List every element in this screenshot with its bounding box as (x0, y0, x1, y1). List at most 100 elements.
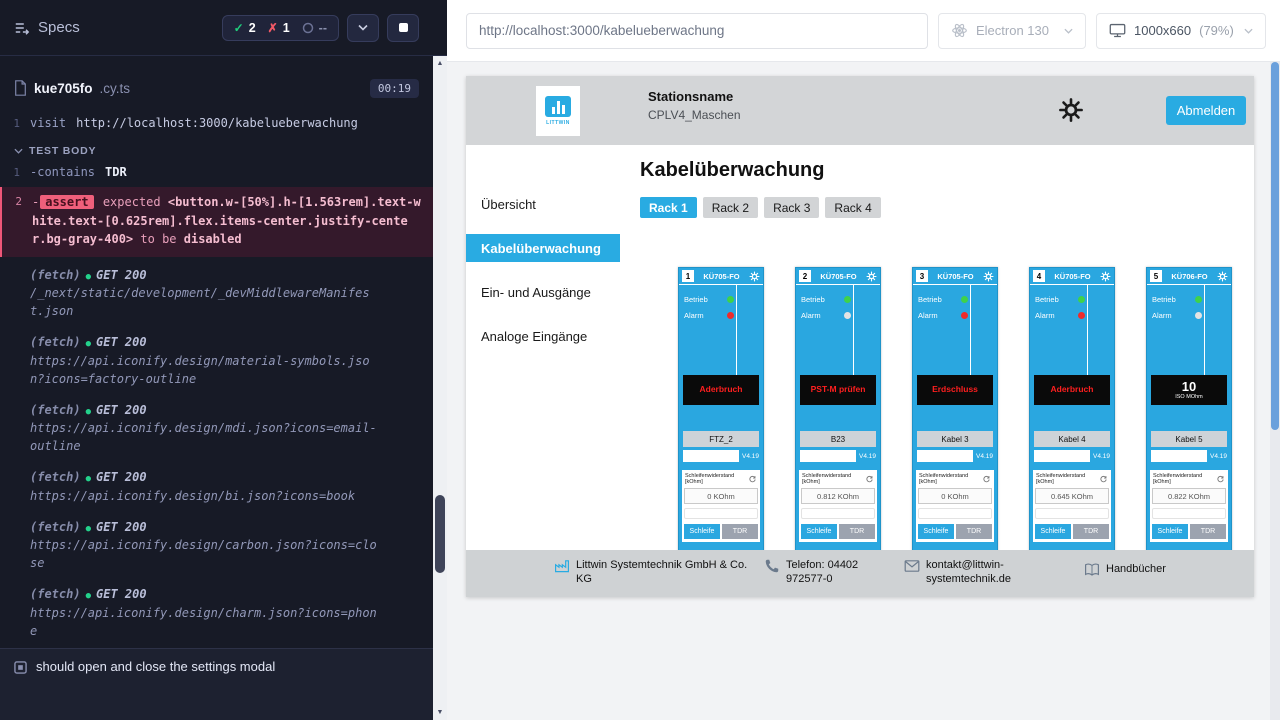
alarm-label: Alarm (1152, 311, 1172, 320)
card-model: KÜ706-FO (1164, 272, 1215, 281)
card-settings-icon[interactable] (749, 271, 760, 282)
card-model: KÜ705-FO (1047, 272, 1098, 281)
scroll-down-arrow-icon[interactable]: ▼ (433, 709, 447, 716)
failed-stat: ✗ 1 (268, 21, 290, 35)
email-icon (904, 558, 920, 574)
footer-manuals[interactable]: Handbücher (1084, 562, 1166, 578)
resistance-section: Schleifenwiderstand [kOhm] 0 KOhm Schlei… (682, 470, 760, 542)
command-number: 1 (0, 163, 30, 182)
stop-button[interactable] (387, 14, 419, 42)
tdr-button[interactable]: TDR (839, 524, 875, 539)
sidebar-item-ein-und-ausgaenge[interactable]: Ein- und Ausgänge (466, 278, 620, 306)
resistance-label: Schleifenwiderstand [kOhm] (802, 473, 865, 485)
scrollbar-thumb[interactable] (435, 495, 445, 573)
fetch-log-entry[interactable]: (fetch)●GET 200 https://api.iconify.desi… (0, 329, 433, 392)
alarm-label: Alarm (918, 311, 938, 320)
tdr-button[interactable]: TDR (1190, 524, 1226, 539)
fetch-url: https://api.iconify.design/charm.json?ic… (30, 604, 382, 640)
device-card-4: 4 KÜ705-FO Betrieb Alarm Aderbruch Kabel… (1029, 267, 1115, 550)
alarm-led-off (844, 312, 851, 319)
assert-expected-state: disabled (184, 232, 242, 246)
next-test-title-bar[interactable]: should open and close the settings modal (0, 648, 433, 720)
spec-timer: 00:19 (370, 79, 419, 98)
chevron-down-icon (1244, 28, 1253, 34)
assert-command-name: assert (40, 195, 93, 209)
reporter-header: Specs ✓ 2 ✗ 1 -- (0, 0, 433, 56)
betrieb-led-green (727, 296, 734, 303)
sidebar-item-kabelueberwachung[interactable]: Kabelüberwachung (466, 234, 620, 262)
specs-label: Specs (38, 19, 80, 36)
monitor-icon (1109, 22, 1126, 39)
visit-command-row[interactable]: 1 visithttp://localhost:3000/kabelueberw… (0, 112, 433, 135)
page-scrollbar[interactable] (1270, 62, 1280, 720)
card-settings-icon[interactable] (1100, 271, 1111, 282)
fetch-tag: (fetch) (30, 335, 81, 349)
sidebar-item-analoge-eingaenge[interactable]: Analoge Eingänge (466, 322, 620, 350)
schleife-button[interactable]: Schleife (1152, 524, 1188, 539)
tab-rack-2[interactable]: Rack 2 (703, 197, 758, 218)
refresh-icon[interactable] (1216, 475, 1225, 484)
failed-assert-row[interactable]: 2 -assert expected <button.w-[50%].h-[1.… (0, 187, 433, 257)
settings-gear-icon[interactable] (1058, 97, 1084, 123)
value-field (801, 508, 875, 519)
schleife-button[interactable]: Schleife (684, 524, 720, 539)
status-display: Erdschluss (917, 375, 993, 405)
tab-rack-4[interactable]: Rack 4 (825, 197, 880, 218)
page-scrollbar-thumb[interactable] (1271, 62, 1279, 430)
sidebar-item-uebersicht[interactable]: Übersicht (466, 190, 620, 218)
firmware-version: V4.19 (1093, 453, 1110, 460)
pending-count: -- (319, 21, 327, 35)
betrieb-label: Betrieb (801, 295, 825, 304)
logout-button[interactable]: Abmelden (1166, 96, 1246, 125)
fetch-log-entry[interactable]: (fetch)●GET 200 https://api.iconify.desi… (0, 397, 433, 460)
viewport-selector[interactable]: 1000x660 (79%) (1096, 13, 1266, 49)
rack-tabs: Rack 1 Rack 2 Rack 3 Rack 4 (640, 197, 881, 218)
test-body-section-header[interactable]: TEST BODY (0, 135, 433, 161)
card-settings-icon[interactable] (983, 271, 994, 282)
collapse-button[interactable] (347, 14, 379, 42)
fetch-log-entry[interactable]: (fetch)●GET 200 /_next/static/developmen… (0, 262, 433, 325)
refresh-icon[interactable] (865, 475, 874, 484)
value-field (918, 508, 992, 519)
specs-menu-button[interactable]: Specs (14, 19, 80, 36)
resistance-label: Schleifenwiderstand [kOhm] (1036, 473, 1099, 485)
footer-email[interactable]: kontakt@littwin-systemtechnik.de (904, 558, 1044, 587)
status-dot-icon: ● (86, 407, 91, 417)
fetch-log-entry[interactable]: (fetch)●GET 200 https://api.iconify.desi… (0, 581, 433, 644)
firmware-version: V4.19 (742, 453, 759, 460)
card-number: 4 (1033, 270, 1045, 282)
stop-icon (399, 23, 408, 32)
iso-value: 10 (1182, 380, 1196, 394)
fetch-log-entry[interactable]: (fetch)●GET 200 https://api.iconify.desi… (0, 514, 433, 577)
scroll-up-arrow-icon[interactable]: ▲ (433, 60, 447, 67)
refresh-icon[interactable] (982, 475, 991, 484)
schleife-button[interactable]: Schleife (801, 524, 837, 539)
contains-command-row[interactable]: 1 -containsTDR (0, 161, 433, 184)
url-input[interactable] (466, 13, 928, 49)
command-number: 2 (2, 193, 32, 249)
fetch-log-entry[interactable]: (fetch)●GET 200 https://api.iconify.desi… (0, 464, 433, 509)
schleife-button[interactable]: Schleife (1035, 524, 1071, 539)
card-settings-icon[interactable] (1217, 271, 1228, 282)
pending-circle-icon (302, 22, 314, 34)
footer-phone[interactable]: Telefon: 04402 972577-0 (764, 558, 899, 587)
schleife-button[interactable]: Schleife (918, 524, 954, 539)
refresh-icon[interactable] (748, 475, 757, 484)
spec-header[interactable]: kue705fo .cy.ts 00:19 (0, 72, 433, 104)
fetch-url: https://api.iconify.design/bi.json?icons… (30, 487, 382, 505)
card-settings-icon[interactable] (866, 271, 877, 282)
tdr-button[interactable]: TDR (722, 524, 758, 539)
tab-rack-1[interactable]: Rack 1 (640, 197, 697, 218)
refresh-icon[interactable] (1099, 475, 1108, 484)
fetch-status: GET 200 (96, 587, 147, 601)
tdr-button[interactable]: TDR (956, 524, 992, 539)
pending-stat: -- (302, 21, 327, 35)
passed-stat: ✓ 2 (234, 21, 256, 35)
betrieb-led-green (1195, 296, 1202, 303)
browser-selector[interactable]: Electron 130 (938, 13, 1086, 49)
tdr-button[interactable]: TDR (1073, 524, 1109, 539)
aut-stage: LITTWIN Stationsname CPLV4_Maschen Abmel… (447, 62, 1270, 720)
tab-rack-3[interactable]: Rack 3 (764, 197, 819, 218)
led-panel: Betrieb Alarm (679, 285, 763, 375)
reporter-scrollbar[interactable]: ▲ ▼ (433, 0, 447, 720)
